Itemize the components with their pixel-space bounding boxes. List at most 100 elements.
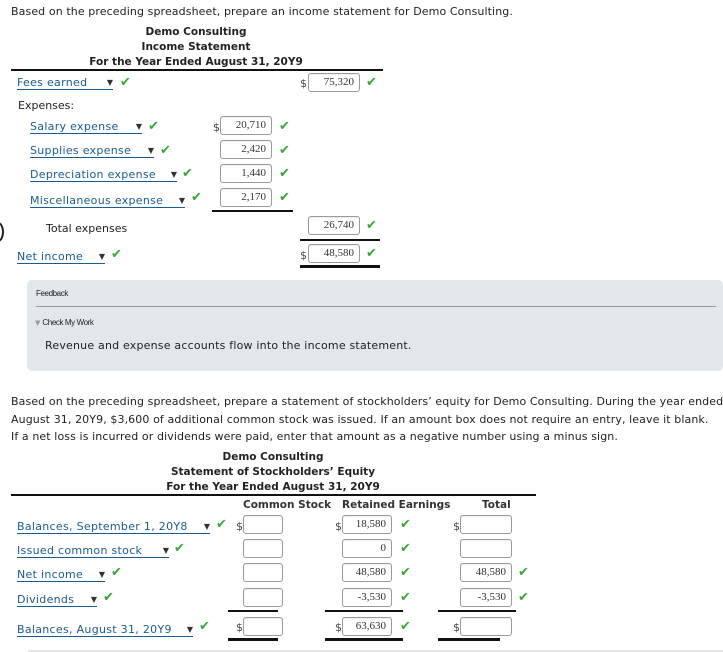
equity-instruction-line-1: Based on the preceding spreadsheet, prep…: [11, 395, 723, 408]
check-my-work-label: Check My Work: [42, 318, 94, 327]
expense-account-select[interactable]: Depreciation expense ▼: [30, 167, 177, 182]
check-icon: ✔: [182, 166, 193, 181]
chevron-down-icon: ▼: [162, 545, 169, 555]
equity-row-account-label: Balances, August 31, 20Y9: [17, 622, 172, 636]
chevron-down-icon: ▼: [170, 169, 177, 179]
check-icon: ✔: [120, 75, 131, 90]
final-rule-common-stock: [228, 638, 278, 641]
column-header-total: Total: [482, 499, 511, 511]
expenses-label: Expenses:: [18, 99, 75, 112]
retained-earnings-input[interactable]: 63,630: [342, 617, 392, 636]
total-input[interactable]: -3,530: [460, 588, 512, 607]
revenue-account-select[interactable]: Fees earned ▼: [17, 75, 113, 90]
check-icon: ✔: [111, 565, 122, 580]
expense-amount-input[interactable]: 1,440: [220, 164, 272, 183]
check-icon: ✔: [400, 619, 411, 634]
dollar-sign: $: [236, 520, 243, 533]
equity-row-account-select[interactable]: Dividends ▼: [17, 592, 97, 607]
retained-earnings-input[interactable]: 18,580: [342, 515, 392, 534]
expense-amount-input[interactable]: 2,420: [220, 140, 272, 159]
check-icon: ✔: [103, 590, 114, 605]
check-icon: ✔: [400, 565, 411, 580]
final-rule-retained-earnings: [325, 638, 403, 641]
equity-instruction-line-2: August 31, 20Y9, $3,600 of additional co…: [11, 413, 709, 426]
equity-row-account-label: Balances, September 1, 20Y8: [17, 519, 188, 533]
income-statement-instruction: Based on the preceding spreadsheet, prep…: [11, 5, 513, 18]
expense-account-label: Depreciation expense: [30, 167, 156, 181]
total-expenses-label: Total expenses: [46, 222, 128, 235]
dollar-sign: $: [236, 621, 243, 634]
is-title: Income Statement: [141, 41, 251, 53]
subtotal-rule-retained-earnings: [325, 610, 403, 612]
feedback-title: Feedback: [36, 289, 68, 298]
expenses-subtotal-rule: [212, 210, 293, 212]
total-input[interactable]: 48,580: [460, 563, 512, 582]
dollar-sign: $: [453, 520, 460, 533]
equity-row-account-select[interactable]: Balances, September 1, 20Y8 ▼: [17, 519, 210, 534]
se-period: For the Year Ended August 31, 20Y9: [166, 481, 380, 493]
expense-account-select[interactable]: Supplies expense ▼: [30, 143, 154, 158]
total-input[interactable]: [460, 539, 512, 558]
total-input[interactable]: [460, 515, 512, 534]
equity-instruction-line-3: If a net loss is incurred or dividends w…: [11, 430, 618, 443]
check-icon: ✔: [279, 143, 290, 158]
chevron-down-icon: ▼: [98, 251, 105, 261]
chevron-down-icon: ▼: [90, 594, 97, 604]
check-icon: ✔: [518, 590, 529, 605]
common-stock-input[interactable]: [243, 515, 283, 534]
net-income-double-rule: [300, 265, 380, 268]
partial-circle-artifact: [0, 222, 4, 242]
total-expenses-input[interactable]: 26,740: [308, 216, 360, 235]
check-icon: ✔: [366, 246, 377, 261]
check-icon: ✔: [518, 565, 529, 580]
dollar-sign: $: [335, 520, 342, 533]
se-header-rule: [11, 494, 536, 496]
common-stock-input[interactable]: [243, 539, 283, 558]
equity-row-account-select[interactable]: Issued common stock ▼: [17, 543, 169, 558]
net-income-input[interactable]: 48,580: [308, 244, 360, 263]
check-icon: ✔: [400, 517, 411, 532]
check-my-work-toggle[interactable]: ▼ Check My Work: [35, 318, 94, 327]
check-icon: ✔: [160, 143, 171, 158]
common-stock-input[interactable]: [243, 617, 283, 636]
check-icon: ✔: [366, 75, 377, 90]
check-icon: ✔: [279, 119, 290, 134]
is-period: For the Year Ended August 31, 20Y9: [89, 56, 303, 68]
is-header-rule: [11, 69, 383, 71]
feedback-panel: Feedback ▼ Check My Work Revenue and exp…: [27, 280, 723, 371]
equity-row-account-select[interactable]: Balances, August 31, 20Y9 ▼: [17, 622, 193, 637]
common-stock-input[interactable]: [243, 563, 283, 582]
check-icon: ✔: [148, 119, 159, 134]
retained-earnings-input[interactable]: 0: [342, 539, 392, 558]
dollar-sign: $: [300, 77, 307, 90]
check-icon: ✔: [400, 590, 411, 605]
column-header-retained-earnings: Retained Earnings: [342, 499, 451, 511]
dollar-sign: $: [335, 621, 342, 634]
collapse-triangle-icon: ▼: [35, 318, 41, 327]
check-icon: ✔: [199, 619, 210, 634]
total-input[interactable]: [460, 617, 512, 636]
net-income-account-select[interactable]: Net income ▼: [17, 249, 105, 264]
chevron-down-icon: ▼: [178, 195, 185, 205]
expense-account-select[interactable]: Miscellaneous expense ▼: [30, 193, 185, 208]
se-title: Statement of Stockholders’ Equity: [170, 466, 376, 478]
total-expenses-rule: [300, 239, 380, 241]
dollar-sign: $: [213, 121, 220, 134]
feedback-message: Revenue and expense accounts flow into t…: [45, 339, 412, 352]
chevron-down-icon: ▼: [135, 121, 142, 131]
expense-account-select[interactable]: Salary expense ▼: [30, 119, 142, 134]
equity-row-account-select[interactable]: Net income ▼: [17, 567, 105, 582]
expense-amount-input[interactable]: 20,710: [220, 116, 272, 135]
column-header-common-stock: Common Stock: [243, 499, 332, 511]
expense-amount-input[interactable]: 2,170: [220, 188, 272, 207]
retained-earnings-input[interactable]: -3,530: [342, 588, 392, 607]
check-icon: ✔: [174, 541, 185, 556]
chevron-down-icon: ▼: [106, 77, 113, 87]
revenue-amount-input[interactable]: 75,320: [308, 73, 360, 92]
net-income-account-label: Net income: [17, 249, 84, 263]
retained-earnings-input[interactable]: 48,580: [342, 563, 392, 582]
common-stock-input[interactable]: [243, 588, 283, 607]
check-icon: ✔: [111, 247, 122, 262]
revenue-account-label: Fees earned: [17, 75, 88, 89]
check-icon: ✔: [191, 190, 202, 205]
